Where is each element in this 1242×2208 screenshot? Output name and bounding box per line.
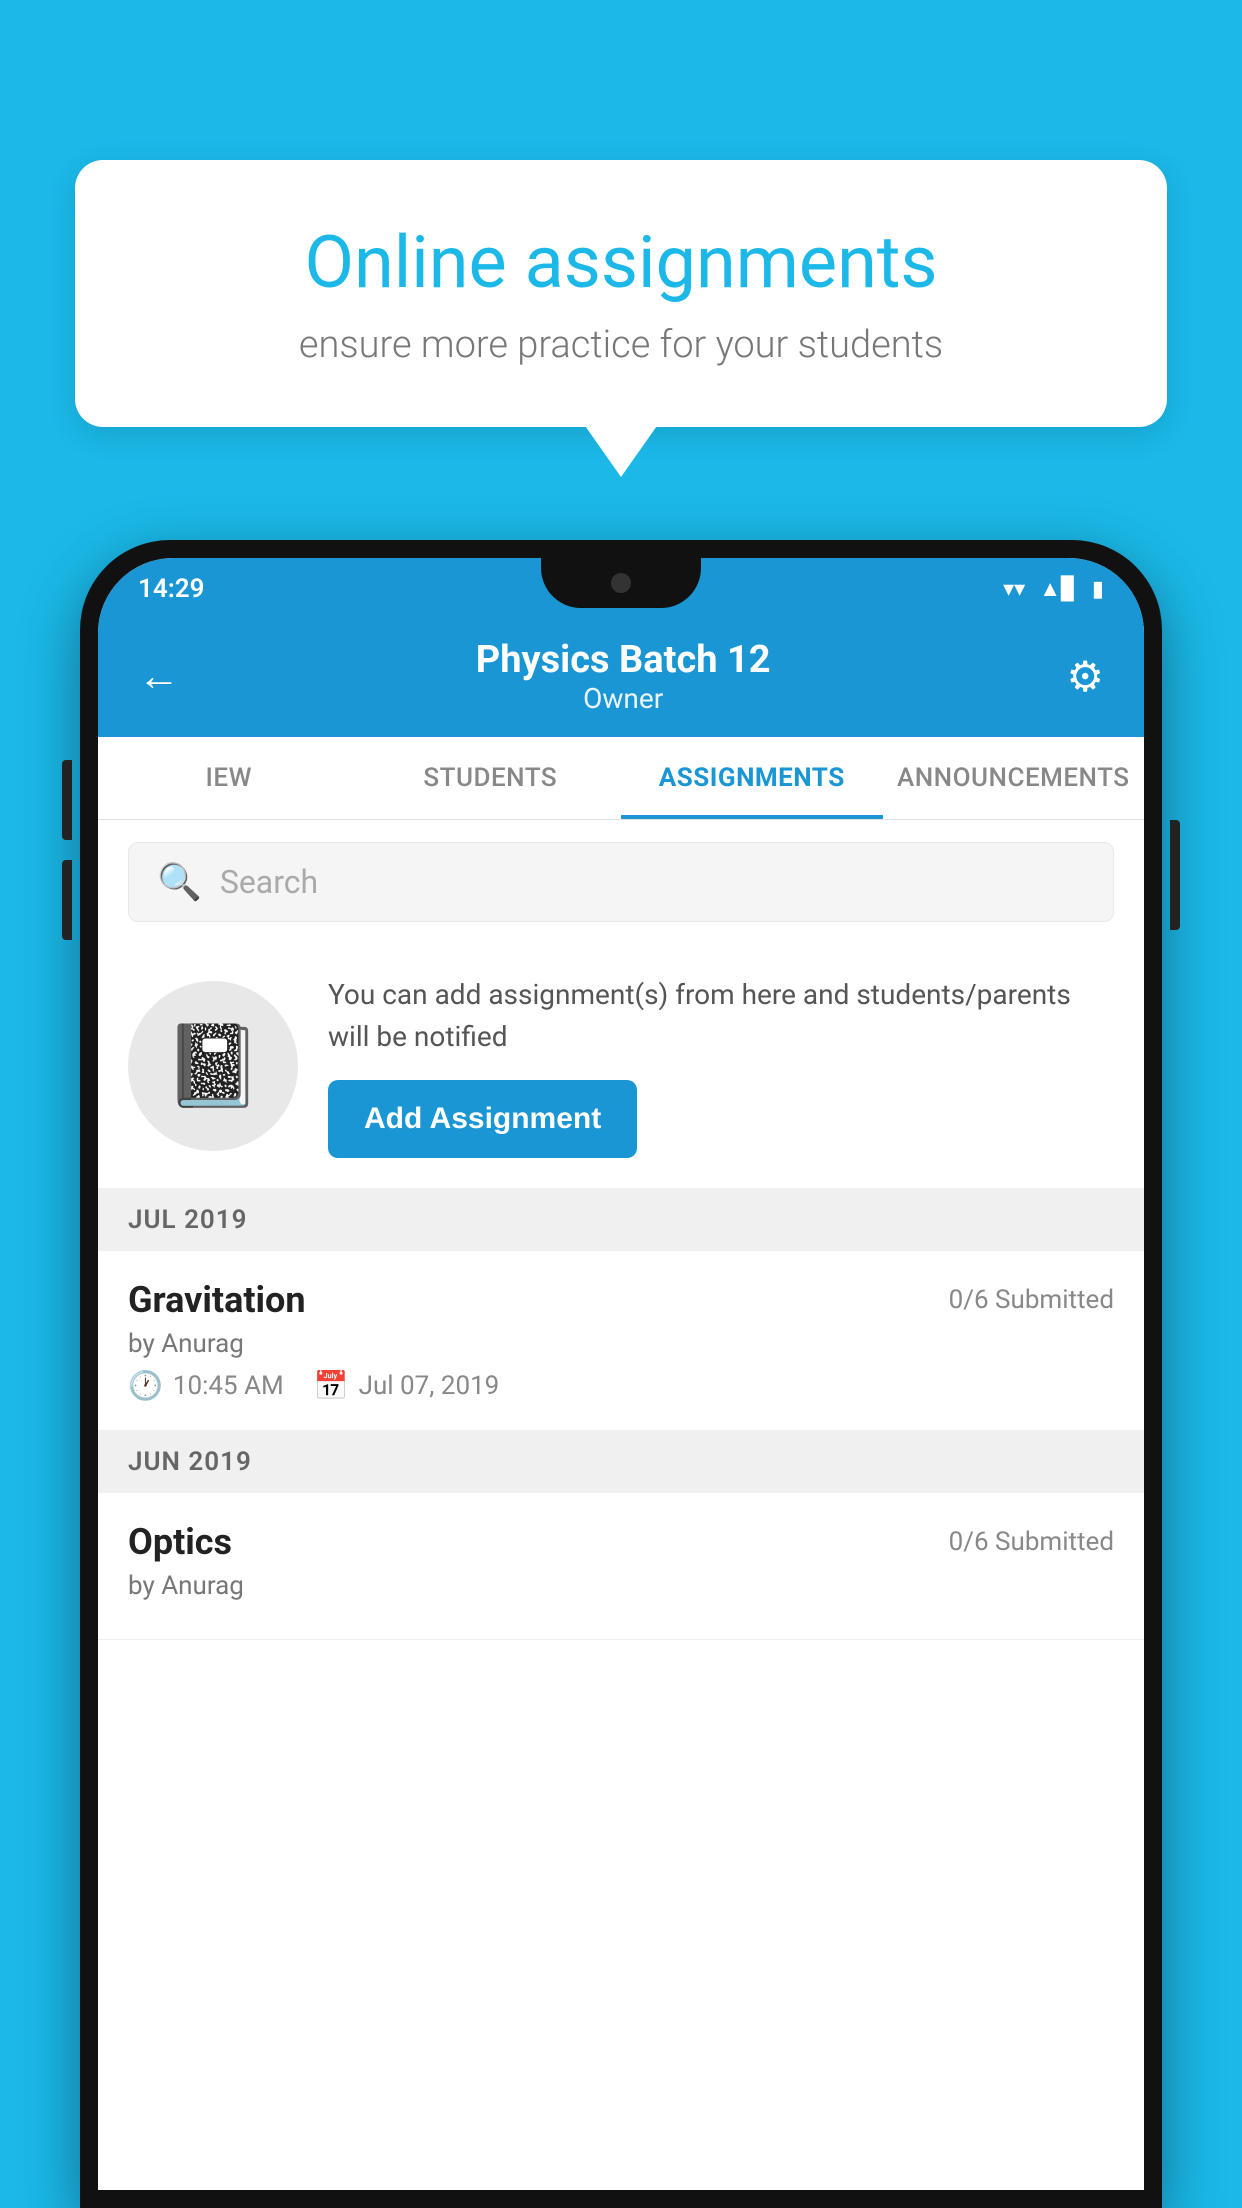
volume-up-button	[62, 760, 72, 840]
speech-bubble: Online assignments ensure more practice …	[75, 160, 1167, 427]
assignment-item-optics[interactable]: Optics 0/6 Submitted by Anurag	[98, 1493, 1144, 1640]
calendar-icon: 📅	[314, 1369, 349, 1402]
phone-frame: 14:29 ▾▾ ▲▊ ▮ ← Physics Batch 12 Owner ⚙…	[80, 540, 1162, 2208]
back-button[interactable]: ←	[138, 656, 180, 698]
volume-down-button	[62, 860, 72, 940]
assignment-name-optics: Optics	[128, 1521, 232, 1563]
assignment-row-top: Gravitation 0/6 Submitted	[128, 1279, 1114, 1321]
promo-icon-circle: 📓	[128, 981, 298, 1151]
section-jul-2019: JUL 2019	[98, 1189, 1144, 1251]
tab-bar: IEW STUDENTS ASSIGNMENTS ANNOUNCEMENTS	[98, 737, 1144, 820]
assignment-item-gravitation[interactable]: Gravitation 0/6 Submitted by Anurag 🕐 10…	[98, 1251, 1144, 1431]
tab-announcements[interactable]: ANNOUNCEMENTS	[883, 737, 1145, 819]
settings-icon[interactable]: ⚙	[1066, 652, 1104, 702]
tab-assignments[interactable]: ASSIGNMENTS	[621, 737, 883, 819]
section-jun-2019: JUN 2019	[98, 1431, 1144, 1493]
promo-title: Online assignments	[145, 220, 1097, 305]
batch-title: Physics Batch 12	[476, 638, 771, 682]
search-input[interactable]: Search	[220, 863, 318, 901]
assignment-name-gravitation: Gravitation	[128, 1279, 306, 1321]
promo-description: You can add assignment(s) from here and …	[328, 974, 1114, 1058]
assignment-by-optics: by Anurag	[128, 1571, 1114, 1601]
search-bar[interactable]: 🔍 Search	[128, 842, 1114, 922]
status-icons: ▾▾ ▲▊ ▮	[1003, 576, 1104, 602]
search-container: 🔍 Search	[98, 820, 1144, 944]
notebook-icon: 📓	[163, 1019, 263, 1113]
promo-section: 📓 You can add assignment(s) from here an…	[98, 944, 1144, 1189]
assignment-row-top-optics: Optics 0/6 Submitted	[128, 1521, 1114, 1563]
promo-content: You can add assignment(s) from here and …	[328, 974, 1114, 1158]
assignment-submitted-gravitation: 0/6 Submitted	[949, 1285, 1114, 1315]
header-title-group: Physics Batch 12 Owner	[476, 638, 771, 715]
wifi-icon: ▾▾	[1003, 577, 1025, 602]
status-time: 14:29	[138, 574, 205, 604]
add-assignment-button[interactable]: Add Assignment	[328, 1080, 637, 1158]
clock-icon: 🕐	[128, 1369, 163, 1402]
assignment-submitted-optics: 0/6 Submitted	[949, 1527, 1114, 1557]
batch-owner-label: Owner	[476, 682, 771, 715]
assignment-meta-gravitation: 🕐 10:45 AM 📅 Jul 07, 2019	[128, 1369, 1114, 1402]
search-icon: 🔍	[157, 861, 202, 903]
app-header: ← Physics Batch 12 Owner ⚙	[98, 620, 1144, 737]
signal-icon: ▲▊	[1039, 576, 1078, 602]
assignment-by-gravitation: by Anurag	[128, 1329, 1114, 1359]
camera	[611, 573, 631, 593]
tab-students[interactable]: STUDENTS	[360, 737, 622, 819]
battery-icon: ▮	[1092, 577, 1104, 602]
assignment-date-gravitation: 📅 Jul 07, 2019	[314, 1369, 500, 1402]
power-button	[1170, 820, 1180, 930]
assignment-time-gravitation: 🕐 10:45 AM	[128, 1369, 284, 1402]
promo-subtitle: ensure more practice for your students	[145, 323, 1097, 367]
phone-notch	[541, 558, 701, 608]
tab-iew[interactable]: IEW	[98, 737, 360, 819]
phone-screen: 14:29 ▾▾ ▲▊ ▮ ← Physics Batch 12 Owner ⚙…	[98, 558, 1144, 2190]
